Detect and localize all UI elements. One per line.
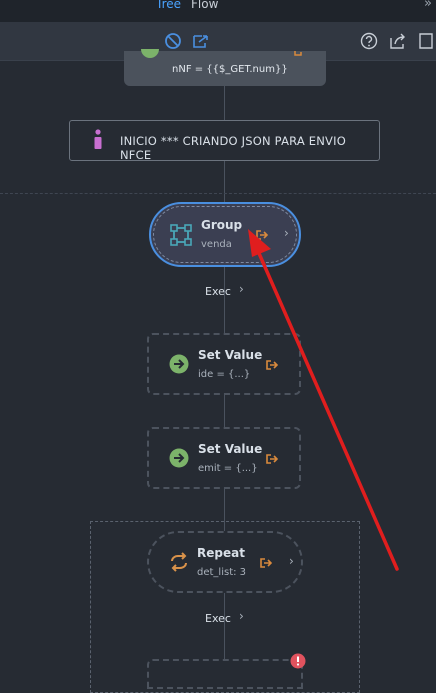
export-flow-icon[interactable]	[191, 31, 211, 51]
annotation-arrow-icon	[248, 229, 399, 571]
expand-icon[interactable]	[418, 31, 436, 51]
disable-icon[interactable]	[163, 31, 183, 51]
tab-flow[interactable]: Flow	[191, 0, 218, 11]
tab-tree[interactable]: Tree	[156, 0, 181, 11]
chevron-double-right-icon[interactable]: »	[424, 0, 432, 11]
share-icon[interactable]	[388, 31, 408, 51]
top-tab-bar: Tree Flow »	[0, 0, 436, 23]
help-icon[interactable]	[359, 31, 379, 51]
output-icon[interactable]	[294, 51, 306, 59]
flow-canvas[interactable]: nNF = {{$_GET.num}} INICIO *** CRIANDO J…	[0, 49, 436, 693]
